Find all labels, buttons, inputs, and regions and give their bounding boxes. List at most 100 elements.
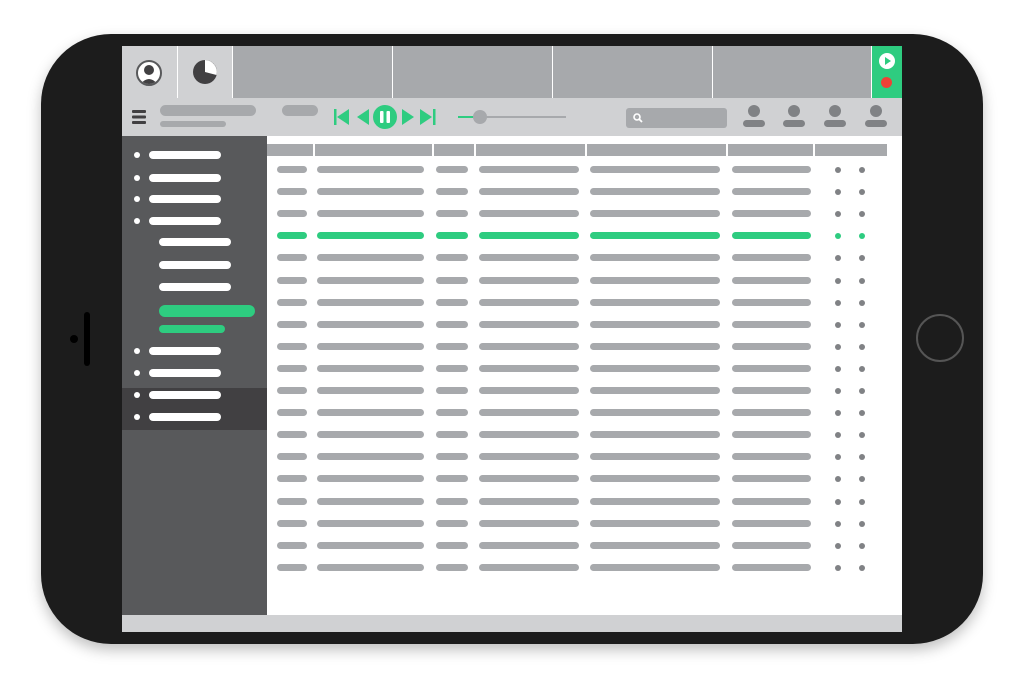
table-row[interactable] (267, 520, 902, 528)
record-dot-icon[interactable] (881, 77, 892, 88)
row-action-dot[interactable] (835, 278, 841, 284)
table-row[interactable] (267, 475, 902, 483)
tab-empty-4[interactable] (713, 46, 872, 98)
row-action-dot[interactable] (835, 499, 841, 505)
row-action-dot[interactable] (835, 366, 841, 372)
table-row[interactable] (267, 387, 902, 395)
row-action-dot[interactable] (835, 233, 841, 239)
user-icon[interactable] (823, 104, 847, 130)
table-row[interactable] (267, 166, 902, 174)
sidebar-item-10[interactable] (134, 368, 224, 378)
sidebar-item-9[interactable] (134, 346, 224, 356)
table-row[interactable] (267, 498, 902, 506)
row-action-dot[interactable] (859, 410, 865, 416)
row-action-dot[interactable] (859, 476, 865, 482)
row-action-dot[interactable] (859, 454, 865, 460)
table-row[interactable] (267, 232, 902, 240)
row-action-dot[interactable] (835, 300, 841, 306)
row-action-dot[interactable] (835, 410, 841, 416)
row-action-dot[interactable] (835, 543, 841, 549)
mode-pill-button[interactable] (282, 105, 318, 116)
column-header-7[interactable] (815, 144, 887, 156)
column-header-1[interactable] (267, 144, 313, 156)
row-action-dot[interactable] (859, 278, 865, 284)
table-row[interactable] (267, 409, 902, 417)
row-action-dot[interactable] (859, 521, 865, 527)
row-action-dot[interactable] (859, 300, 865, 306)
table-row[interactable] (267, 277, 902, 285)
tab-analytics[interactable] (178, 46, 233, 98)
table-row[interactable] (267, 542, 902, 550)
column-header-4[interactable] (476, 144, 585, 156)
table-row[interactable] (267, 210, 902, 218)
row-action-dot[interactable] (859, 211, 865, 217)
row-action-dot[interactable] (859, 255, 865, 261)
table-cell (436, 166, 468, 173)
row-action-dot[interactable] (835, 388, 841, 394)
row-action-dot[interactable] (835, 476, 841, 482)
sidebar-item-8[interactable] (159, 305, 259, 333)
search-input[interactable] (626, 108, 727, 128)
skip-forward-icon[interactable] (420, 109, 436, 125)
row-action-dot[interactable] (859, 344, 865, 350)
tab-empty-2[interactable] (393, 46, 553, 98)
table-row[interactable] (267, 564, 902, 572)
row-action-dot[interactable] (835, 189, 841, 195)
row-action-dot[interactable] (859, 388, 865, 394)
row-action-dot[interactable] (859, 565, 865, 571)
row-action-dot[interactable] (835, 565, 841, 571)
user-icon[interactable] (782, 104, 806, 130)
table-row[interactable] (267, 321, 902, 329)
sidebar-item-4[interactable] (134, 216, 224, 226)
tab-empty-1[interactable] (233, 46, 393, 98)
sidebar-item-7[interactable] (159, 282, 259, 292)
row-action-dot[interactable] (859, 366, 865, 372)
row-action-dot[interactable] (835, 454, 841, 460)
column-header-2[interactable] (315, 144, 432, 156)
table-row[interactable] (267, 343, 902, 351)
sidebar-item-5[interactable] (159, 237, 259, 247)
column-header-3[interactable] (434, 144, 474, 156)
row-action-dot[interactable] (835, 211, 841, 217)
table-row[interactable] (267, 188, 902, 196)
row-action-dot[interactable] (835, 432, 841, 438)
row-action-dot[interactable] (859, 189, 865, 195)
column-header-5[interactable] (587, 144, 726, 156)
table-row[interactable] (267, 254, 902, 262)
tab-profile[interactable] (122, 46, 178, 98)
row-action-dot[interactable] (835, 167, 841, 173)
sidebar-item-1[interactable] (134, 150, 224, 160)
row-action-dot[interactable] (859, 499, 865, 505)
play-circle-icon[interactable] (879, 53, 895, 69)
user-icon[interactable] (742, 104, 766, 130)
table-row[interactable] (267, 453, 902, 461)
column-header-6[interactable] (728, 144, 813, 156)
rewind-icon[interactable] (357, 109, 369, 125)
skip-back-icon[interactable] (334, 109, 349, 125)
table-row[interactable] (267, 299, 902, 307)
pause-icon[interactable] (373, 105, 397, 129)
row-action-dot[interactable] (859, 432, 865, 438)
play-icon[interactable] (402, 109, 414, 125)
sidebar-item-6[interactable] (159, 260, 259, 270)
table-row[interactable] (267, 431, 902, 439)
hamburger-menu-icon[interactable] (132, 109, 146, 125)
row-action-dot[interactable] (859, 167, 865, 173)
sidebar-item-11[interactable] (134, 390, 224, 400)
row-action-dot[interactable] (835, 344, 841, 350)
row-action-dot[interactable] (859, 233, 865, 239)
tab-empty-3[interactable] (553, 46, 713, 98)
volume-slider-track[interactable] (458, 110, 566, 124)
table-row[interactable] (267, 365, 902, 373)
sidebar-item-12[interactable] (134, 412, 224, 422)
row-action-dot[interactable] (835, 322, 841, 328)
volume-slider-thumb[interactable] (473, 110, 487, 124)
row-action-dot[interactable] (835, 521, 841, 527)
row-action-dot[interactable] (835, 255, 841, 261)
row-action-dot[interactable] (859, 543, 865, 549)
home-button[interactable] (916, 314, 964, 362)
sidebar-item-2[interactable] (134, 173, 224, 183)
row-action-dot[interactable] (859, 322, 865, 328)
user-icon[interactable] (864, 104, 888, 130)
sidebar-item-3[interactable] (134, 194, 224, 204)
